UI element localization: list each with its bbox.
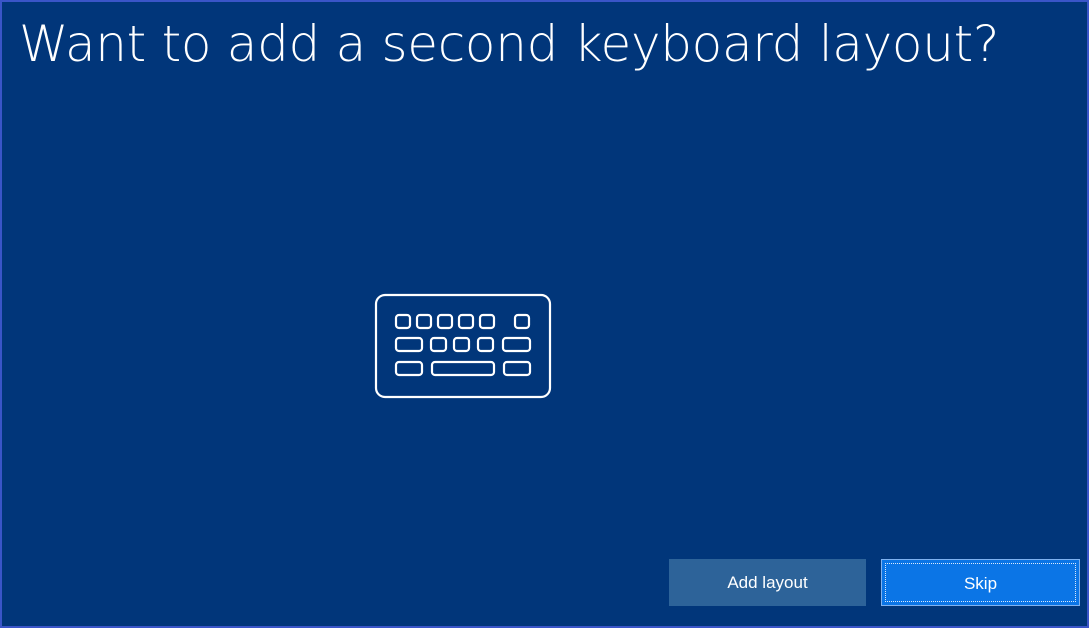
page-title: Want to add a second keyboard layout?: [19, 15, 1000, 73]
skip-label: Skip: [963, 574, 998, 593]
keyboard-icon: [374, 293, 552, 399]
add-layout-label: Add layout: [727, 573, 808, 592]
oobe-keyboard-screen: Want to add a second keyboard layout? Ad…: [0, 0, 1089, 628]
skip-button[interactable]: Skip: [881, 559, 1080, 606]
add-layout-button[interactable]: Add layout: [669, 559, 866, 606]
